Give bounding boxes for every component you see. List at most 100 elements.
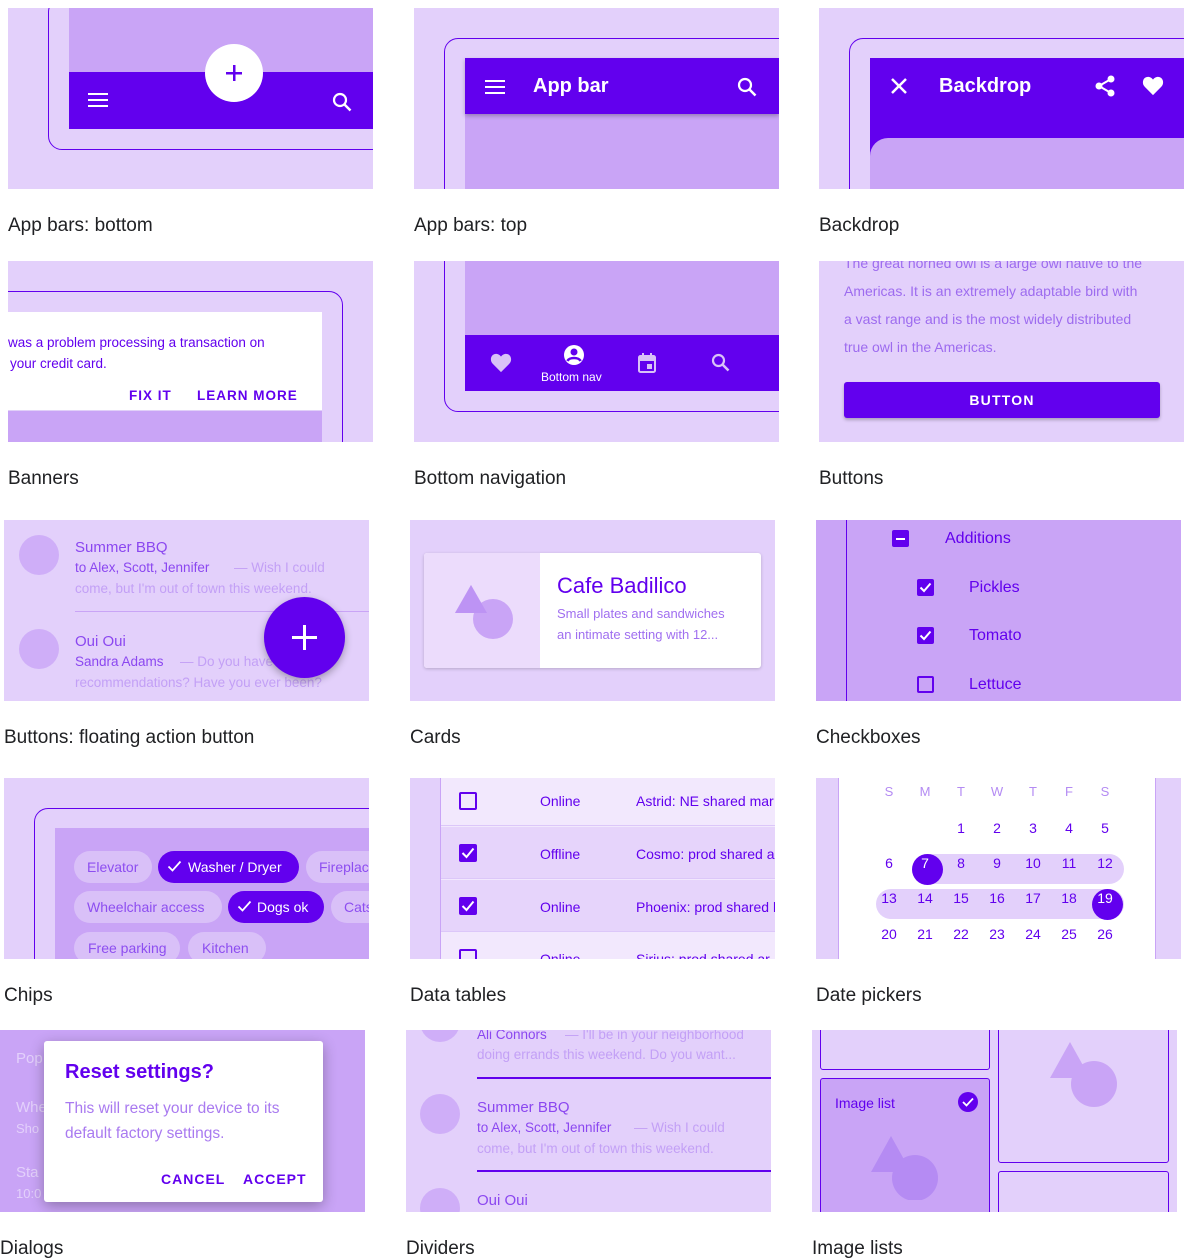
caption-app-bars-top[interactable]: App bars: top [414,215,527,237]
calendar-day[interactable]: 16 [981,890,1013,906]
calendar-day[interactable]: 21 [909,926,941,942]
caption-backdrop[interactable]: Backdrop [819,215,899,237]
calendar-day[interactable]: 10 [1017,855,1049,871]
fab-button[interactable] [205,44,263,102]
card-app-bars-bottom[interactable] [8,8,373,189]
calendar-day[interactable]: 17 [1017,890,1049,906]
search-icon[interactable] [737,77,757,97]
card-bottom-navigation[interactable]: Bottom nav [414,261,779,442]
cancel-button[interactable]: CANCEL [161,1171,225,1187]
calendar-day[interactable]: 2 [981,820,1013,836]
avatar [420,1188,460,1212]
fab-button[interactable] [264,597,345,678]
dialog-title: Reset settings? [65,1061,214,1083]
card-chips[interactable]: Elevator Washer / Dryer Fireplac Wheelch… [4,778,369,959]
check-circle-icon[interactable] [958,1092,978,1112]
card-date-pickers[interactable]: S M T W T F S 1 2 3 4 5 6 7 8 9 10 11 12 13 14 15 16 17 18 19 20 21… [816,778,1181,959]
search-icon[interactable] [332,92,352,112]
checkbox-unchecked[interactable] [459,949,477,959]
list-item-title: Summer BBQ [477,1099,570,1116]
bottom-nav-label[interactable]: Bottom nav [541,370,602,384]
calendar-day[interactable]: 11 [1053,855,1085,871]
checkbox-unchecked[interactable] [459,792,477,810]
calendar-day[interactable]: 23 [981,926,1013,942]
checkbox-checked[interactable] [917,579,934,596]
caption-data-tables[interactable]: Data tables [410,985,506,1007]
checkbox-indeterminate[interactable] [892,530,909,547]
caption-chips[interactable]: Chips [4,985,53,1007]
accept-button[interactable]: ACCEPT [243,1171,307,1187]
weekday-label: T [957,784,965,799]
caption-dialogs[interactable]: Dialogs [0,1238,63,1260]
calendar-day[interactable]: 1 [945,820,977,836]
calendar-day[interactable]: 15 [945,890,977,906]
calendar-day[interactable]: 25 [1053,926,1085,942]
card-app-bars-top[interactable]: App bar [414,8,779,189]
calendar-day[interactable]: 6 [873,855,905,871]
caption-cards[interactable]: Cards [410,727,461,749]
card-banners[interactable]: was a problem processing a transaction o… [8,261,373,442]
card-buttons[interactable]: The great horned owl is a large owl nati… [819,261,1184,442]
calendar-day[interactable]: 18 [1053,890,1085,906]
calendar-day[interactable]: 14 [909,890,941,906]
caption-buttons[interactable]: Buttons [819,468,883,490]
calendar-day[interactable]: 9 [981,855,1013,871]
check-icon [919,582,932,593]
caption-app-bars-bottom[interactable]: App bars: bottom [8,215,153,237]
avatar [19,629,59,669]
search-icon[interactable] [711,353,730,372]
caption-bottom-navigation[interactable]: Bottom navigation [414,468,566,490]
scrim-text: Pop [16,1050,43,1067]
heart-icon[interactable] [490,353,512,373]
card-checkboxes[interactable]: Additions Pickles Tomato Lettuce [816,520,1181,701]
card-image-lists[interactable]: Image list [812,1030,1177,1212]
menu-icon[interactable] [485,79,505,95]
checkbox-checked[interactable] [917,627,934,644]
heart-icon[interactable] [1142,76,1164,96]
calendar-day[interactable]: 20 [873,926,905,942]
calendar-day[interactable]: 19 [1089,890,1121,906]
calendar-day[interactable]: 12 [1089,855,1121,871]
image-tile[interactable] [820,1030,990,1070]
card-fab[interactable]: Summer BBQ to Alex, Scott, Jennifer — Wi… [4,520,369,701]
chip-label: Dogs ok [257,899,309,915]
checkbox-checked[interactable] [459,897,477,915]
card-backdrop[interactable]: Backdrop [819,8,1184,189]
checkbox-label: Pickles [969,579,1020,596]
close-icon[interactable] [890,77,908,95]
card-cards[interactable]: Cafe Badilico Small plates and sandwiche… [410,520,775,701]
image-tile[interactable] [998,1171,1169,1212]
calendar-day[interactable]: 3 [1017,820,1049,836]
card-dividers[interactable]: Ali Connors — I'll be in your neighborho… [406,1030,771,1212]
calendar-day[interactable]: 8 [945,855,977,871]
status-cell: Online [540,899,581,915]
fix-it-button[interactable]: FIX IT [129,388,172,403]
caption-date-pickers[interactable]: Date pickers [816,985,922,1007]
caption-checkboxes[interactable]: Checkboxes [816,727,921,749]
calendar-day[interactable]: 7 [909,855,941,871]
calendar-day[interactable]: 4 [1053,820,1085,836]
calendar-day[interactable]: 13 [873,890,905,906]
share-icon[interactable] [1094,75,1116,97]
account-circle-icon[interactable] [563,344,585,366]
calendar-day[interactable]: 24 [1017,926,1049,942]
media-card[interactable]: Cafe Badilico Small plates and sandwiche… [424,553,761,668]
caption-dividers[interactable]: Dividers [406,1238,475,1260]
card-data-tables[interactable]: Online Astrid: NE shared mar Offline Cos… [410,778,775,959]
calendar-day[interactable]: 26 [1089,926,1121,942]
weekday-label: S [884,784,894,799]
menu-icon[interactable] [88,92,108,108]
contained-button[interactable]: BUTTON [844,382,1160,418]
checkbox-checked[interactable] [459,844,477,862]
caption-banners[interactable]: Banners [8,468,79,490]
calendar-day[interactable]: 22 [945,926,977,942]
learn-more-button[interactable]: LEARN MORE [197,388,298,403]
card-subtitle-line2: an intimate setting with 12... [557,627,719,642]
calendar-day[interactable]: 5 [1089,820,1121,836]
checkbox-unchecked[interactable] [917,676,934,693]
caption-image-lists[interactable]: Image lists [812,1238,903,1260]
calendar-icon[interactable] [638,353,656,373]
list-item-sender: to Alex, Scott, Jennifer [75,560,210,575]
card-dialogs[interactable]: Pop Whe Sho Sta 10:0 Reset settings? Thi… [0,1030,365,1212]
caption-fab[interactable]: Buttons: floating action button [4,727,254,749]
